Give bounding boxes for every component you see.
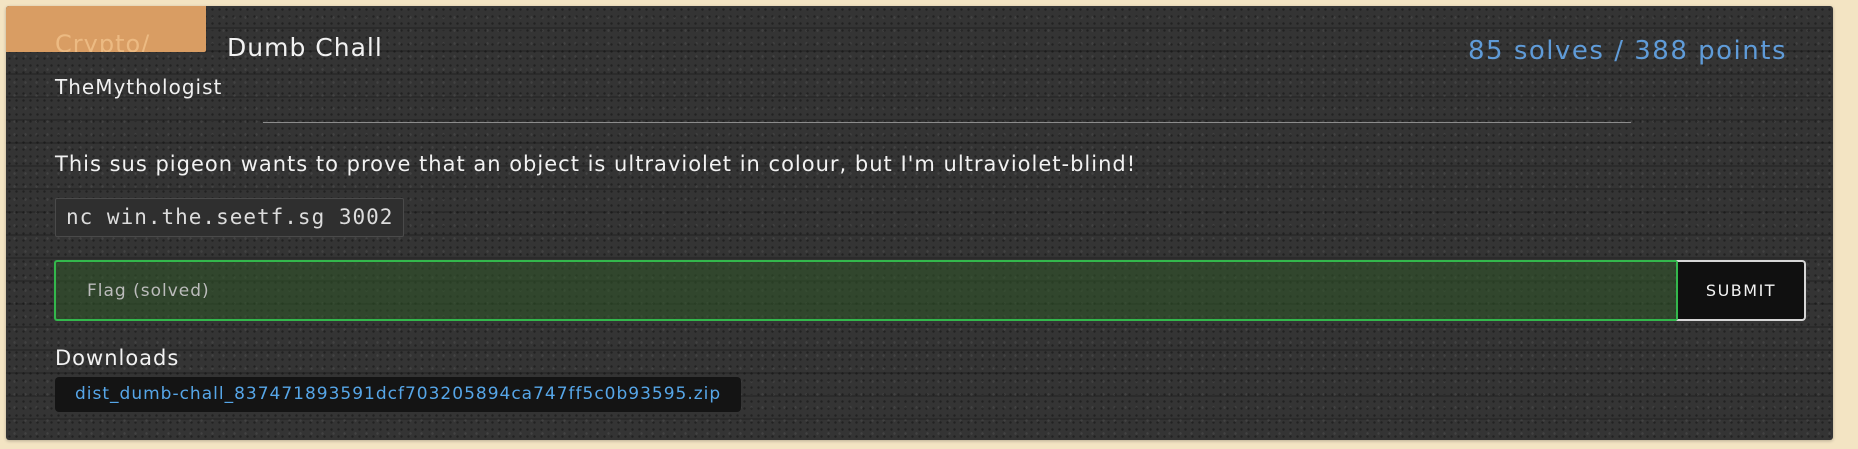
connection-command: nc win.the.seetf.sg 3002 bbox=[55, 198, 405, 237]
challenge-description: This sus pigeon wants to prove that an o… bbox=[55, 152, 1137, 176]
downloads-heading: Downloads bbox=[55, 346, 180, 370]
challenge-author: TheMythologist bbox=[55, 75, 223, 99]
category-badge: Crypto/ bbox=[6, 6, 206, 52]
challenge-card: Crypto/ Dumb Chall 85 solves / 388 point… bbox=[6, 6, 1833, 440]
divider bbox=[263, 122, 1631, 123]
submit-button[interactable]: SUBMIT bbox=[1676, 260, 1806, 321]
flag-input[interactable] bbox=[54, 260, 1676, 321]
download-file-link[interactable]: dist_dumb-chall_837471893591dcf703205894… bbox=[55, 377, 742, 412]
challenge-title: Dumb Chall bbox=[227, 33, 383, 62]
category-label: Crypto/ bbox=[55, 30, 151, 52]
challenge-score: 85 solves / 388 points bbox=[1468, 36, 1787, 66]
flag-form: SUBMIT bbox=[54, 260, 1806, 321]
